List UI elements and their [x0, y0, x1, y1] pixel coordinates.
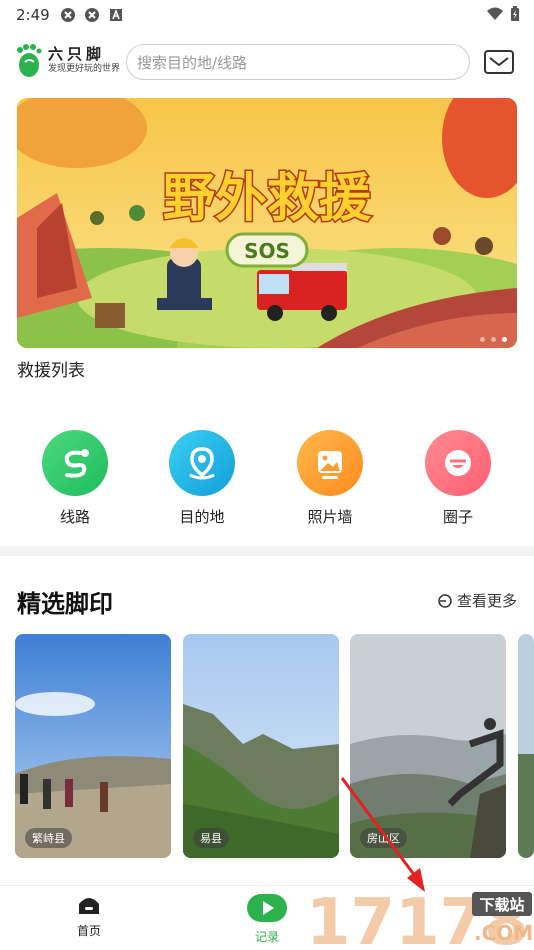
banner-badge: SOS — [244, 239, 290, 263]
app-logo: 六只脚 发现更好玩的世界 — [14, 42, 120, 78]
wifi-icon — [487, 7, 503, 20]
banner-dot — [491, 337, 496, 342]
category-label: 圈子 — [442, 508, 473, 526]
card-photo — [183, 634, 339, 858]
category-label: 照片墙 — [307, 508, 353, 526]
watermark-site-label: 下载站 — [479, 896, 524, 914]
nav-label: 首页 — [76, 924, 101, 938]
battery-icon — [511, 6, 519, 21]
logo-tagline: 发现更好玩的世界 — [48, 64, 121, 74]
logo-name: 六只脚 — [48, 45, 106, 63]
watermark: 17178 下载站 .COM — [306, 880, 534, 950]
home-icon — [79, 898, 99, 914]
category-destination[interactable]: 目的地 — [152, 430, 252, 527]
route-icon — [42, 430, 108, 496]
banner-dot-active — [502, 337, 507, 342]
card-photo — [518, 634, 534, 858]
mail-icon[interactable] — [483, 49, 515, 75]
status-bar: 2:49 — [0, 0, 534, 30]
nav-label: 记录 — [254, 930, 279, 944]
card-location-tag: 繁峙县 — [25, 828, 72, 848]
category-label: 线路 — [59, 508, 90, 526]
category-grid: 线路 目的地 照片墙 圈子 — [0, 430, 534, 530]
view-more-link[interactable]: 查看更多 — [437, 590, 517, 611]
status-time: 2:49 — [16, 6, 50, 24]
sync-icon — [60, 8, 75, 22]
chat-face-icon — [425, 430, 491, 496]
footprint-card-partial[interactable] — [518, 634, 534, 858]
section-title: 精选脚印 — [17, 590, 113, 618]
watermark-domain: .COM — [474, 921, 533, 945]
footprint-card[interactable]: 易县 — [183, 634, 339, 858]
card-location-tag: 易县 — [193, 828, 229, 848]
photo-icon — [297, 430, 363, 496]
nav-home[interactable]: 首页 — [59, 894, 119, 939]
nav-record[interactable]: 记录 — [237, 894, 297, 945]
banner-dots — [480, 337, 507, 342]
category-photo-wall[interactable]: 照片墙 — [280, 430, 380, 527]
search-placeholder: 搜索目的地/线路 — [137, 53, 248, 72]
banner-headline: 野外救援 — [163, 169, 372, 229]
section-divider — [0, 546, 534, 556]
category-route[interactable]: 线路 — [25, 430, 125, 527]
footprint-card[interactable]: 繁峙县 — [15, 634, 171, 858]
category-circle[interactable]: 圈子 — [408, 430, 508, 527]
banner-caption[interactable]: 救援列表 — [17, 356, 85, 381]
footprint-logo-icon — [17, 44, 42, 77]
card-photo — [350, 634, 506, 858]
card-location-tag: 房山区 — [360, 828, 407, 848]
category-label: 目的地 — [179, 508, 225, 526]
search-input[interactable]: 搜索目的地/线路 — [126, 44, 470, 80]
record-play-icon — [247, 894, 287, 922]
location-pin-icon — [169, 430, 235, 496]
a-badge-icon — [109, 8, 122, 21]
banner-carousel[interactable]: SOS 野外救援 — [17, 98, 517, 348]
history-icon — [438, 593, 452, 608]
app-header: 六只脚 发现更好玩的世界 搜索目的地/线路 — [0, 38, 534, 86]
featured-cards: 繁峙县 易县 房山区 — [15, 634, 534, 858]
sync-icon — [84, 8, 99, 22]
card-photo — [15, 634, 171, 858]
view-more-label: 查看更多 — [456, 592, 517, 610]
banner-dot — [480, 337, 485, 342]
footprint-card[interactable]: 房山区 — [350, 634, 506, 858]
banner-image: SOS 野外救援 — [17, 98, 517, 348]
